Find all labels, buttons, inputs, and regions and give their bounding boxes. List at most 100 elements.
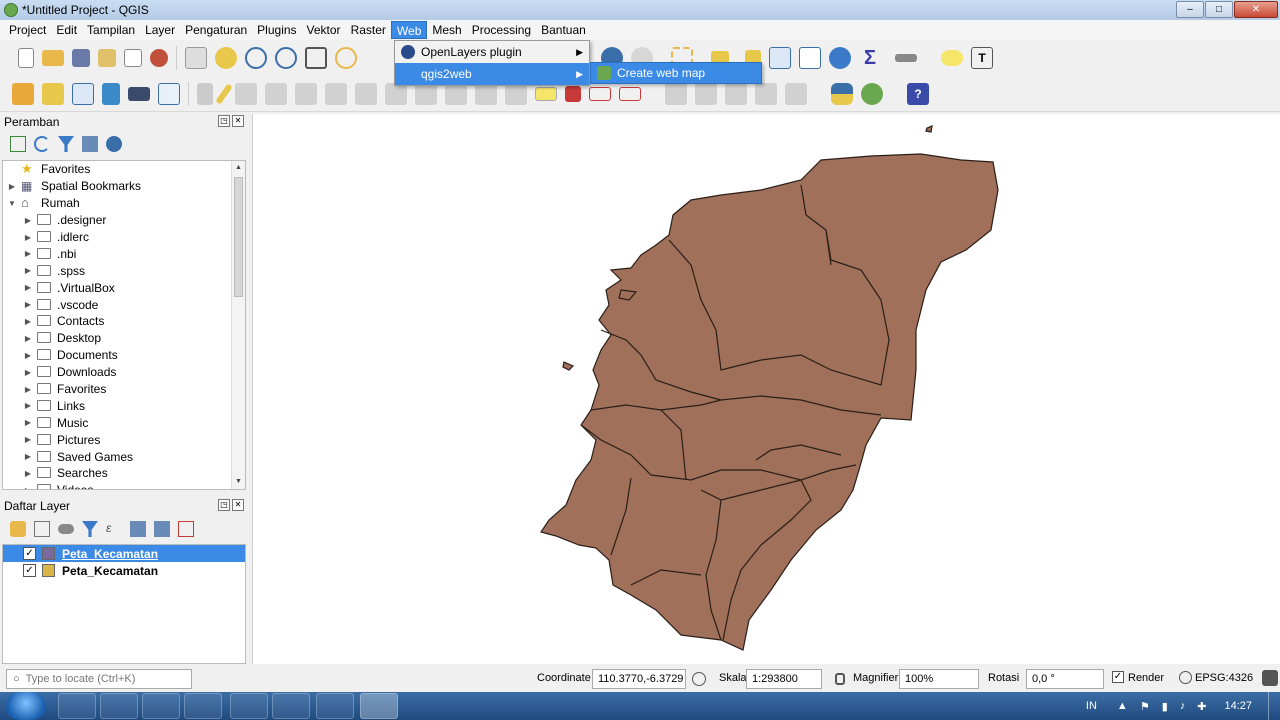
- browser-tree-item[interactable]: ▶ Desktop: [3, 330, 245, 347]
- map-canvas[interactable]: [252, 114, 1280, 664]
- filter-expression-icon[interactable]: ε: [106, 521, 122, 537]
- rotation-field[interactable]: 0,0 °: [1026, 669, 1104, 689]
- processing-toolbox-icon[interactable]: [829, 47, 851, 69]
- python-console-icon[interactable]: [831, 82, 853, 105]
- lock-scale-icon[interactable]: [835, 673, 845, 685]
- language-indicator[interactable]: IN: [1086, 700, 1097, 712]
- style-panel-icon[interactable]: [10, 521, 26, 537]
- browser-tree-item[interactable]: ▶ .spss: [3, 262, 245, 279]
- app-taskbar-icon[interactable]: [184, 693, 222, 719]
- expand-arrow-icon[interactable]: ▶: [23, 233, 33, 242]
- expand-arrow-icon[interactable]: ▶: [23, 351, 33, 360]
- refresh-icon[interactable]: [34, 136, 50, 152]
- add-feature-icon[interactable]: [265, 82, 287, 105]
- scroll-down-icon[interactable]: ▼: [232, 475, 245, 489]
- expand-arrow-icon[interactable]: ▶: [23, 469, 33, 478]
- qgis2web-submenu[interactable]: Create web map: [590, 62, 762, 84]
- collapse-all-icon[interactable]: [82, 136, 98, 152]
- menu-item-qgis2web[interactable]: qgis2web ▶: [395, 63, 589, 85]
- show-hide-labels-icon[interactable]: [755, 82, 777, 105]
- menu-edit[interactable]: Edit: [51, 21, 82, 39]
- help-icon[interactable]: ?: [907, 82, 929, 105]
- move-label-icon[interactable]: [665, 82, 687, 105]
- recorder-taskbar-icon[interactable]: [230, 693, 268, 719]
- expand-arrow-icon[interactable]: ▶: [23, 216, 33, 225]
- open-project-icon[interactable]: [42, 50, 64, 66]
- browser-tree-item[interactable]: ▶ Searches: [3, 465, 245, 482]
- menu-project[interactable]: Project: [4, 21, 51, 39]
- change-label-icon[interactable]: [725, 82, 747, 105]
- browser-tree-item[interactable]: ▶ Links: [3, 397, 245, 414]
- close-panel-button[interactable]: ✕: [232, 499, 244, 511]
- label-abc-icon[interactable]: [535, 86, 557, 101]
- show-desktop-button[interactable]: [1268, 692, 1280, 720]
- browser-tree-item[interactable]: ▶ Favorites: [3, 381, 245, 398]
- expand-arrow-icon[interactable]: ▶: [23, 385, 33, 394]
- tray-arrow-icon[interactable]: ▲: [1117, 700, 1128, 712]
- coordinate-toggle-icon[interactable]: [692, 672, 706, 686]
- layer-row[interactable]: ✓ Peta_Kecamatan: [3, 545, 245, 562]
- tray-security-icon[interactable]: ✚: [1197, 700, 1206, 713]
- layer-visibility-checkbox[interactable]: ✓: [23, 547, 36, 560]
- zoom-in-icon[interactable]: [245, 47, 267, 69]
- layer-row[interactable]: ✓ Peta_Kecamatan: [3, 562, 245, 579]
- browser-tree-item[interactable]: ▶ Documents: [3, 347, 245, 364]
- new-virtual-layer-icon[interactable]: [128, 86, 150, 101]
- chrome-taskbar-icon[interactable]: [272, 693, 310, 719]
- firefox-taskbar-icon[interactable]: [316, 693, 354, 719]
- remove-layer-icon[interactable]: [178, 521, 194, 537]
- expand-arrow-icon[interactable]: ▶: [23, 317, 33, 326]
- filter-icon[interactable]: [58, 136, 74, 152]
- label-properties-icon[interactable]: [785, 82, 807, 105]
- print-layout-icon[interactable]: [124, 49, 142, 67]
- browser-tree-item[interactable]: ▶ .VirtualBox: [3, 279, 245, 296]
- browser-tree-item[interactable]: ▶ Videos: [3, 482, 245, 489]
- pan-to-selection-icon[interactable]: [215, 47, 237, 69]
- scale-field[interactable]: 1:293800: [746, 669, 822, 689]
- expand-arrow-icon[interactable]: ▶: [23, 486, 33, 489]
- style-manager-icon[interactable]: [150, 49, 168, 67]
- layer-visibility-checkbox[interactable]: ✓: [23, 564, 36, 577]
- browser-scrollbar[interactable]: ▲ ▼: [231, 161, 245, 489]
- browser-tree-item[interactable]: ▶ Pictures: [3, 431, 245, 448]
- vertex-tool-icon[interactable]: [295, 82, 317, 105]
- float-panel-button[interactable]: ◳: [218, 115, 230, 127]
- globe-crs-icon[interactable]: [1179, 671, 1192, 684]
- filter-legend-icon[interactable]: [82, 521, 98, 537]
- expand-arrow-icon[interactable]: ▶: [23, 334, 33, 343]
- collapse-all-icon[interactable]: [154, 521, 170, 537]
- menu-item-openlayers[interactable]: OpenLayers plugin ▶: [395, 41, 589, 63]
- browser-tree-item[interactable]: ▶ Contacts: [3, 313, 245, 330]
- tray-volume-icon[interactable]: ♪: [1180, 700, 1186, 712]
- modify-attributes-icon[interactable]: [325, 82, 347, 105]
- map-island[interactable]: [925, 125, 933, 133]
- messages-icon[interactable]: [1262, 670, 1278, 686]
- browser-tree-item[interactable]: ▶ ▦ Spatial Bookmarks: [3, 178, 245, 195]
- highlight-labels-icon[interactable]: [619, 86, 641, 101]
- save-as-icon[interactable]: [98, 49, 116, 67]
- map-region[interactable]: [540, 153, 999, 651]
- digitize-pencil-icon[interactable]: [197, 82, 213, 105]
- locator-search-input[interactable]: ○ Type to locate (Ctrl+K): [6, 669, 192, 689]
- expand-arrow-icon[interactable]: ▶: [23, 452, 33, 461]
- browser-tree-item[interactable]: ▶ .idlerc: [3, 229, 245, 246]
- expand-arrow-icon[interactable]: ▶: [7, 182, 17, 191]
- add-group-icon[interactable]: [34, 521, 50, 537]
- qgis-taskbar-icon[interactable]: [360, 693, 398, 719]
- attribute-table-icon[interactable]: [769, 47, 791, 69]
- menu-raster[interactable]: Raster: [346, 21, 391, 39]
- new-geopackage-icon[interactable]: [42, 82, 64, 105]
- maximize-button[interactable]: □: [1205, 1, 1233, 18]
- menu-vector[interactable]: Vektor: [302, 21, 346, 39]
- expand-arrow-icon[interactable]: ▶: [23, 283, 33, 292]
- close-button[interactable]: ✕: [1234, 1, 1278, 18]
- save-edits-icon[interactable]: [235, 82, 257, 105]
- tray-flag-icon[interactable]: ⚑: [1140, 700, 1150, 713]
- minimize-button[interactable]: –: [1176, 1, 1204, 18]
- render-checkbox[interactable]: ✓: [1112, 671, 1124, 683]
- magnifier-field[interactable]: 100%: [899, 669, 979, 689]
- expand-arrow-icon[interactable]: ▶: [23, 401, 33, 410]
- tray-network-icon[interactable]: ▮: [1162, 700, 1168, 713]
- menu-web[interactable]: Web: [390, 21, 428, 39]
- browser-tree-item[interactable]: ▶ Saved Games: [3, 448, 245, 465]
